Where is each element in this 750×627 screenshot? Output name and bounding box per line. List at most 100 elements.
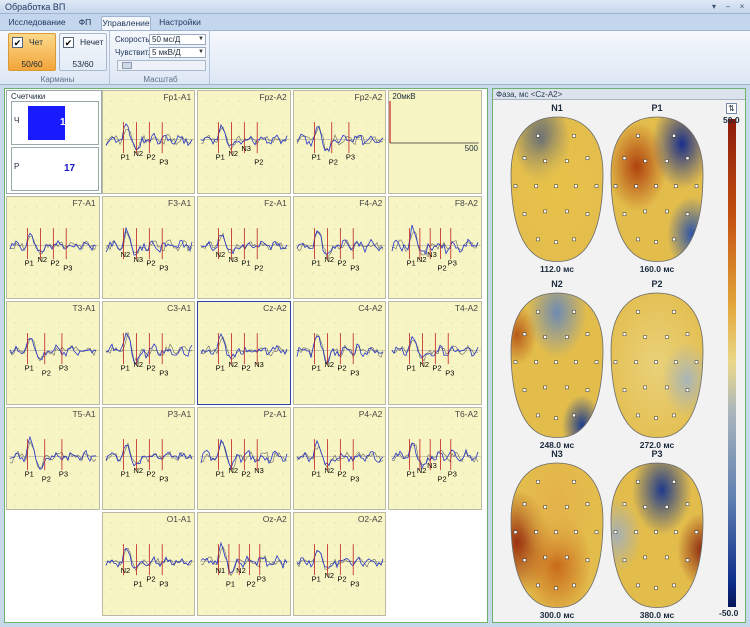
electrode-marker [574,530,578,534]
scale-scrollbar[interactable] [117,60,206,71]
channel-cell-f8-a2[interactable]: P1 N2 N3 P2 P3 F8-A2 [388,195,482,300]
pocket-even-count: 50/60 [21,59,43,69]
peak-label: P1 [311,152,320,161]
colorbar-settings-icon[interactable]: ⇅ [726,103,737,114]
peak-label: P2 [146,364,155,373]
close-button[interactable]: × [736,1,748,12]
electrode-marker [585,558,590,562]
electrode-marker [543,159,547,163]
electrode-marker [672,134,676,138]
pocket-odd-checkbox[interactable]: ✔ [63,37,74,48]
channel-cell-t5-a1[interactable]: P1 P2 P3 T5-A1 [6,406,100,511]
topo-map-n1[interactable]: N1 112.0 мс [507,103,607,274]
electrode-marker [594,184,599,188]
electrode-marker [594,360,599,364]
channel-cell-t3-a1[interactable]: P1 P2 P3 T3-A1 [6,301,100,405]
channel-cell-t6-a2[interactable]: P1 N2 N3 P2 P3 T6-A2 [388,406,482,511]
peak-label: P2 [337,364,346,373]
pocket-even-checkbox[interactable]: ✔ [12,37,23,48]
peak-label: P2 [337,469,346,478]
channel-cell-cz-a2[interactable]: P1 N2 P2 N3 Cz-A2 [197,301,291,405]
chevron-down-icon: ▼ [198,49,204,55]
electrode-marker [694,530,699,534]
electrode-marker [622,332,627,336]
channel-traces: N1P1N2P2P3 [200,523,290,612]
peak-label: P2 [254,157,263,166]
channel-traces: P1 N2N3P2 [200,100,290,190]
tab-control[interactable]: Управление [101,16,151,30]
window-menu-button[interactable]: ▾ [708,1,720,12]
channel-cell-c3-a1[interactable]: P1 N2 P2 P3 C3-A1 [101,301,196,405]
trace-odd [9,338,97,362]
head-topography [610,462,704,608]
channel-cell-pz-a1[interactable]: P1 N2 P2 N3 Pz-A1 [197,406,291,511]
topo-map-title: N3 [551,449,563,459]
electrode-marker [522,332,527,336]
scale-group: Скорость 50 мс/Д ▼ Чувствит. 5 мкВ/Д ▼ М… [112,31,210,85]
electrode-marker [654,184,658,188]
peak-label: N3 [254,466,264,475]
electrode-marker [522,388,527,392]
tab-fp[interactable]: ФП [72,16,98,30]
topo-map-p2[interactable]: P2 272.0 мс [607,279,707,450]
topo-map-p3[interactable]: P3 380.0 мс [607,449,707,620]
channel-cell-f4-a2[interactable]: P1 N2 P2 P3 F4-A2 [292,195,387,300]
amplitude-scale-label: 20мкВ [392,92,416,101]
channel-cell-p4-a2[interactable]: P1 N2 P2 P3 P4-A2 [292,406,387,511]
electrode-marker [536,413,540,418]
peak-label: P1 [311,364,320,373]
peak-label: P3 [350,474,359,483]
electrode-marker [636,413,640,418]
topo-map-latency: 160.0 мс [639,264,675,274]
peak-label: P1 [311,575,320,584]
scrollbar-thumb[interactable] [122,62,132,69]
electrode-marker [543,209,547,214]
channel-cell-fpz-a2[interactable]: P1 N2 N3 P2 Fpz-A2 [197,90,291,194]
speed-label: Скорость [115,35,150,44]
tab-research[interactable]: Исследование [6,16,68,30]
electrode-marker [536,134,540,138]
electrode-marker [654,530,658,534]
head-topography [510,462,604,608]
channel-cell-f7-a1[interactable]: P1 N2 P2 P3 F7-A1 [6,195,100,300]
pocket-even[interactable]: ✔ Чет 50/60 [8,33,56,71]
channel-cell-fp2-a2[interactable]: P1 P2 P3 Fp2-A2 [292,90,387,194]
channel-cell-t4-a2[interactable]: P1 N2 P2 P3 T4-A2 [388,301,482,405]
channel-cell-oz-a2[interactable]: N1 P1 N2 P2 P3 Oz-A2 [197,512,291,616]
electrode-marker [634,530,638,534]
speed-select[interactable]: 50 мс/Д ▼ [149,34,206,45]
topo-map-p1[interactable]: P1 160.0 мс [607,103,707,274]
color-scale [723,119,739,607]
topo-map-n2[interactable]: N2 248.0 мс [507,279,607,450]
channel-label: O1-A1 [166,514,192,525]
channel-label: C4-A2 [358,303,383,314]
channel-label: F7-A1 [72,197,96,208]
peak-label: P1 [311,258,320,267]
electrode-marker [534,530,538,534]
sensitivity-select[interactable]: 5 мкВ/Д ▼ [149,47,206,58]
channel-cell-fz-a1[interactable]: N2 N3 P1 P2 Fz-A1 [197,195,291,300]
electrode-marker [543,505,547,509]
peak-label: N1 [216,566,226,575]
electrode-marker [634,184,638,188]
topo-map-n3[interactable]: N3 300.0 мс [507,449,607,620]
electrode-marker [513,184,518,188]
tab-settings[interactable]: Настройки [156,16,204,30]
electrode-marker [585,388,590,392]
channel-cell-f3-a1[interactable]: N2 N3 P2 P3 F3-A1 [101,195,196,300]
minimize-button[interactable]: – [722,1,734,12]
peak-label: P2 [146,258,155,267]
channel-cell-fp1-a1[interactable]: P1 N2 P2 P3 Fp1-A1 [101,90,196,194]
topo-map-title: N2 [551,279,563,289]
electrode-marker [672,413,676,418]
electrode-marker [565,505,569,509]
electrode-marker [672,237,676,242]
channel-cell-o1-a1[interactable]: N2 P1 P2 P3 O1-A1 [101,512,196,616]
channel-cell-o2-a2[interactable]: P1 N2 P2 P3 O2-A2 [292,512,387,616]
sensitivity-label: Чувствит. [115,48,150,57]
pocket-odd[interactable]: ✔ Нечет 53/60 [59,33,107,71]
peak-label: P1 [407,469,416,478]
trace-odd [296,124,383,153]
channel-cell-p3-a1[interactable]: P1 N2 P2 P3 P3-A1 [101,406,196,511]
channel-cell-c4-a2[interactable]: P1 N2 P2 P3 C4-A2 [292,301,387,405]
